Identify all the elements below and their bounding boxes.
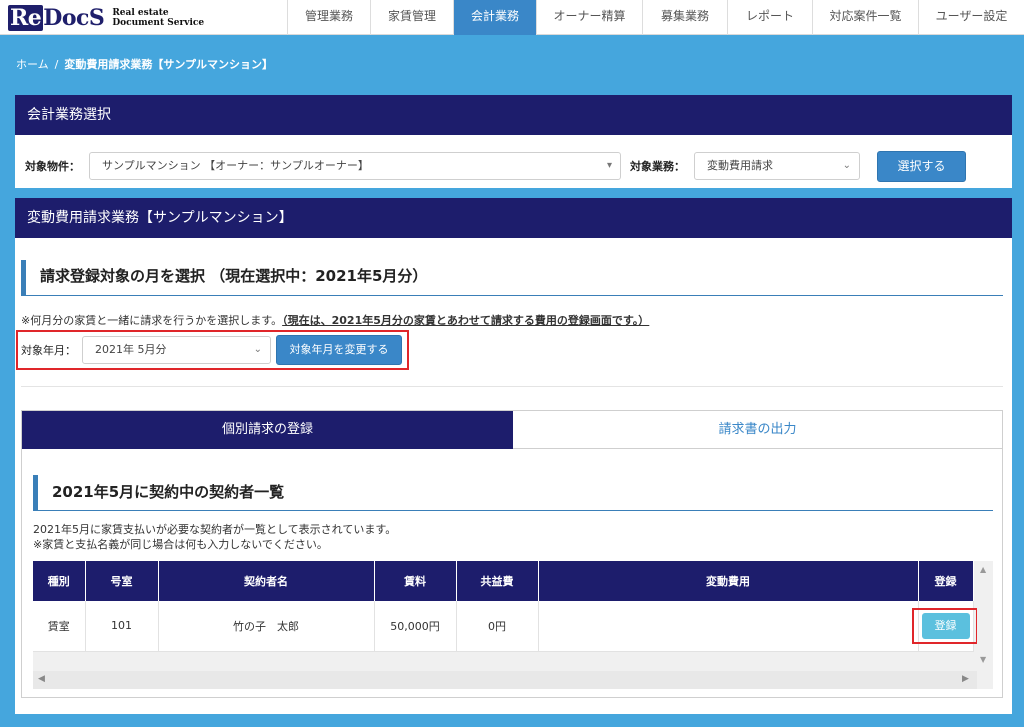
breadcrumb-home[interactable]: ホーム: [16, 58, 49, 71]
top-bar: ReDocS Real estate Document Service 管理業務 …: [0, 0, 1024, 35]
nav-management[interactable]: 管理業務: [287, 0, 370, 35]
contractor-table-container[interactable]: 種別 号室 契約者名 賃料 共益費 変動費用 登録 賃室 101 竹の子 太郎: [33, 561, 993, 689]
property-select[interactable]: サンプルマンション 【オーナー：サンプルオーナー】 ▾: [89, 152, 621, 180]
cell-room: 101: [85, 601, 159, 652]
property-select-value: サンプルマンション 【オーナー：サンプルオーナー】: [102, 159, 369, 172]
col-variable-cost: 変動費用: [538, 561, 919, 601]
col-register: 登録: [918, 561, 974, 601]
panel-title: 会計業務選択: [15, 95, 1012, 135]
month-select-value: 2021年 5月分: [95, 343, 167, 356]
col-type: 種別: [33, 561, 86, 601]
month-section-title: 請求登録対象の月を選択 （現在選択中：2021年5月分）: [21, 260, 1003, 296]
triangle-down-icon[interactable]: ▼: [980, 655, 986, 664]
table-row: 賃室 101 竹の子 太郎 50,000円 0円 登録: [33, 601, 974, 652]
select-task-button[interactable]: 選択する: [877, 151, 966, 182]
horizontal-scrollbar[interactable]: ◀ ▶: [33, 671, 977, 689]
register-highlight-box: [912, 608, 978, 644]
section-divider: [21, 386, 1003, 387]
cell-variable-cost: [538, 601, 919, 652]
table-header-row: 種別 号室 契約者名 賃料 共益費 変動費用 登録: [33, 561, 974, 601]
task-select-value: 変動費用請求: [707, 159, 773, 172]
chevron-down-icon: ⌄: [253, 344, 262, 355]
nav-report[interactable]: レポート: [727, 0, 812, 35]
billing-tabs: 個別請求の登録 請求書の出力 2021年5月に契約中の契約者一覧 2021年5月…: [21, 410, 1003, 698]
task-label: 対象業務：: [630, 160, 685, 173]
variable-billing-panel: 変動費用請求業務【サンプルマンション】 請求登録対象の月を選択 （現在選択中：2…: [15, 198, 1012, 714]
col-name: 契約者名: [158, 561, 375, 601]
logo-mark: ReDocS: [8, 5, 105, 31]
month-label: 対象年月：: [21, 344, 76, 357]
contractor-list-description: 2021年5月に家賃支払いが必要な契約者が一覧として表示されています。 ※家賃と…: [33, 522, 396, 552]
month-note: ※何月分の家賃と一緒に請求を行うかを選択します。（現在は、2021年5月分の家賃…: [21, 312, 649, 328]
month-note-emphasis: （現在は、2021年5月分の家賃とあわせて請求する費用の登録画面です。）: [282, 314, 650, 327]
nav-rent[interactable]: 家賃管理: [370, 0, 453, 35]
month-select[interactable]: 2021年 5月分 ⌄: [82, 336, 271, 364]
col-rent: 賃料: [374, 561, 457, 601]
breadcrumb-current: 変動費用請求業務【サンプルマンション】: [64, 58, 274, 71]
contractor-table: 種別 号室 契約者名 賃料 共益費 変動費用 登録 賃室 101 竹の子 太郎: [33, 561, 974, 652]
cell-rent: 50,000円: [374, 601, 457, 652]
task-select[interactable]: 変動費用請求 ⌄: [694, 152, 860, 180]
vertical-scrollbar[interactable]: ▲ ▼: [977, 561, 993, 669]
triangle-right-icon[interactable]: ▶: [962, 674, 969, 684]
cell-type: 賃室: [33, 601, 86, 652]
accounting-task-panel: 会計業務選択 対象物件： サンプルマンション 【オーナー：サンプルオーナー】 ▾…: [15, 95, 1012, 188]
tab-individual-billing[interactable]: 個別請求の登録: [22, 411, 513, 449]
change-month-button[interactable]: 対象年月を変更する: [276, 335, 402, 365]
col-room: 号室: [85, 561, 159, 601]
month-note-text: ※何月分の家賃と一緒に請求を行うかを選択します。: [21, 314, 283, 327]
cell-common-fee: 0円: [456, 601, 539, 652]
nav-case-list[interactable]: 対応案件一覧: [812, 0, 918, 35]
contractor-list-title: 2021年5月に契約中の契約者一覧: [33, 475, 993, 511]
col-common-fee: 共益費: [456, 561, 539, 601]
cell-name: 竹の子 太郎: [158, 601, 375, 652]
property-label: 対象物件：: [25, 160, 80, 173]
nav-recruitment[interactable]: 募集業務: [642, 0, 727, 35]
breadcrumb: ホーム / 変動費用請求業務【サンプルマンション】: [16, 56, 273, 72]
tab-invoice-output[interactable]: 請求書の出力: [513, 411, 1002, 449]
redocs-logo[interactable]: ReDocS Real estate Document Service: [8, 4, 204, 32]
nav-accounting[interactable]: 会計業務: [453, 0, 536, 35]
breadcrumb-separator: /: [54, 58, 59, 71]
nav-user-settings[interactable]: ユーザー設定: [918, 0, 1024, 35]
panel-title: 変動費用請求業務【サンプルマンション】: [15, 198, 1012, 238]
nav-owner-settlement[interactable]: オーナー精算: [536, 0, 642, 35]
logo-subtitle: Real estate Document Service: [112, 8, 205, 28]
main-nav: 管理業務 家賃管理 会計業務 オーナー精算 募集業務 レポート 対応案件一覧 ユ…: [287, 0, 1024, 35]
description-line: ※家賃と支払名義が同じ場合は何も入力しないでください。: [33, 538, 328, 551]
chevron-down-icon: ▾: [606, 160, 612, 171]
triangle-up-icon[interactable]: ▲: [980, 565, 986, 574]
triangle-left-icon[interactable]: ◀: [38, 674, 45, 684]
chevron-down-icon: ⌄: [842, 160, 851, 171]
description-line: 2021年5月に家賃支払いが必要な契約者が一覧として表示されています。: [33, 523, 397, 536]
